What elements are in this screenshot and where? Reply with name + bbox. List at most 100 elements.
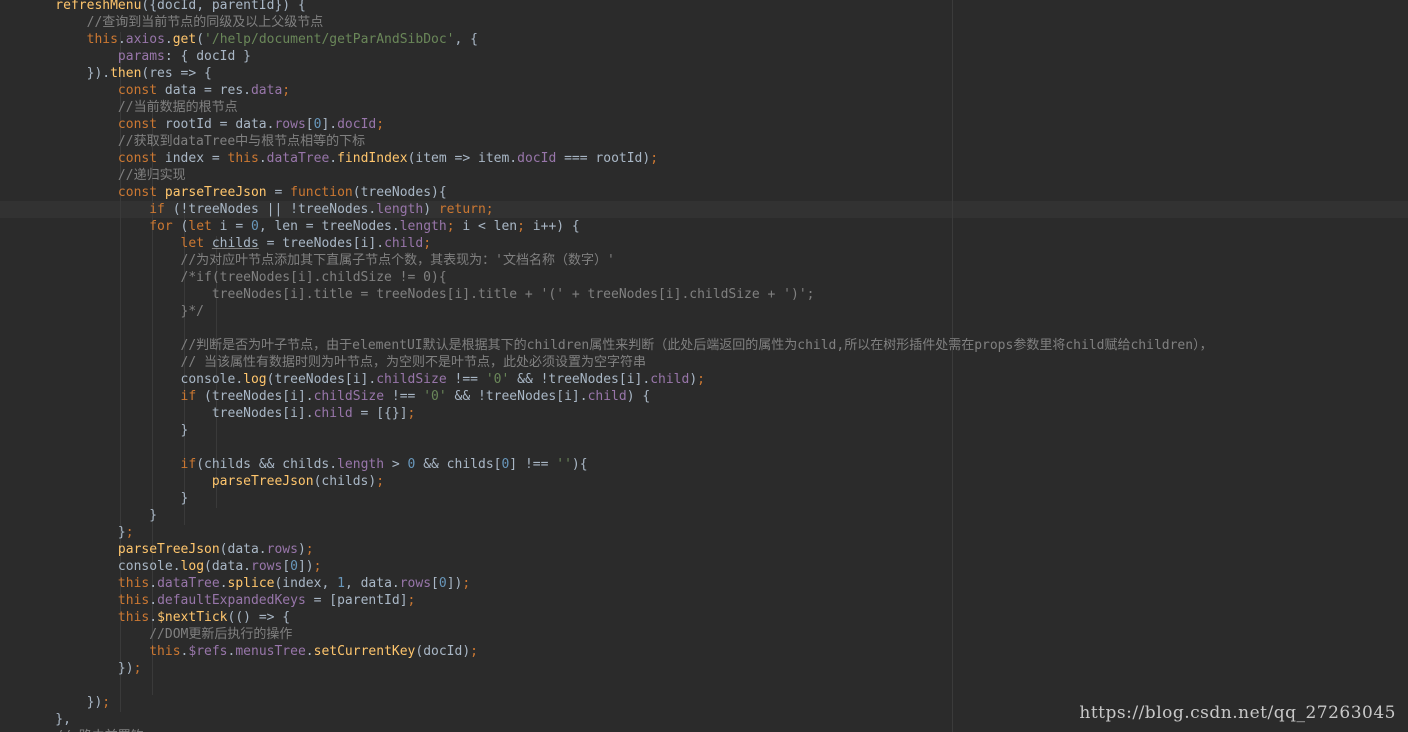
code-line[interactable]: this.axios.get('/help/document/getParAnd… bbox=[24, 31, 1213, 48]
code-token: child bbox=[650, 372, 690, 387]
code-token: (treeNodes[i]. bbox=[196, 389, 314, 404]
code-line[interactable]: parseTreeJson(childs); bbox=[24, 473, 1213, 490]
code-editor[interactable]: refreshMenu({docId, parentId}) { //查询到当前… bbox=[0, 0, 1408, 732]
code-line[interactable]: //递归实现 bbox=[24, 167, 1213, 184]
code-token: '0' bbox=[423, 389, 447, 404]
code-token: ; bbox=[376, 474, 385, 489]
code-token: const bbox=[117, 83, 158, 98]
code-line[interactable]: /*if(treeNodes[i].childSize != 0){ bbox=[24, 269, 1213, 286]
code-token: ; bbox=[462, 576, 471, 591]
code-line[interactable]: console.log(data.rows[0]); bbox=[24, 558, 1213, 575]
code-line[interactable]: const rootId = data.rows[0].docId; bbox=[24, 116, 1213, 133]
code-token: axios bbox=[125, 32, 165, 47]
code-line[interactable]: const index = this.dataTree.findIndex(it… bbox=[24, 150, 1213, 167]
code-line[interactable]: } bbox=[24, 422, 1213, 439]
code-line[interactable]: } bbox=[24, 490, 1213, 507]
code-token: i < len bbox=[462, 219, 518, 234]
code-line[interactable]: this.defaultExpandedKeys = [parentId]; bbox=[24, 592, 1213, 609]
code-line[interactable]: const parseTreeJson = function(treeNodes… bbox=[24, 184, 1213, 201]
code-line[interactable]: }).then(res => { bbox=[24, 65, 1213, 82]
code-token: const bbox=[117, 151, 158, 166]
code-line[interactable]: // 当该属性有数据时则为叶节点，为空则不是叶节点，此处必须设置为空字符串 bbox=[24, 354, 1213, 371]
code-token: 1 bbox=[337, 576, 345, 591]
code-line[interactable]: treeNodes[i].title = treeNodes[i].title … bbox=[24, 286, 1213, 303]
code-token: ; bbox=[407, 593, 416, 608]
code-token: === rootId) bbox=[556, 151, 651, 166]
code-token: log bbox=[243, 372, 267, 387]
code-token: data = res. bbox=[157, 83, 251, 98]
code-line[interactable]: //查询到当前节点的同级及以上父级节点 bbox=[24, 14, 1213, 31]
code-token: length bbox=[399, 219, 447, 234]
code-token: '/help/document/getParAndSibDoc' bbox=[204, 32, 455, 47]
code-line[interactable]: }*/ bbox=[24, 303, 1213, 320]
code-line[interactable] bbox=[24, 439, 1213, 456]
code-line[interactable]: const data = res.data; bbox=[24, 82, 1213, 99]
code-token: length bbox=[376, 202, 424, 217]
code-line[interactable]: this.$nextTick(() => { bbox=[24, 609, 1213, 626]
code-line[interactable]: if (!treeNodes || !treeNodes.length) ret… bbox=[24, 201, 1213, 218]
code-token: setCurrentKey bbox=[313, 644, 416, 659]
code-token: docId bbox=[517, 151, 557, 166]
code-token: (childs) bbox=[313, 474, 377, 489]
code-token: rows bbox=[266, 542, 298, 557]
code-line[interactable]: params: { docId } bbox=[24, 48, 1213, 65]
code-token: treeNodes[i]. bbox=[24, 406, 314, 421]
code-token: rows bbox=[399, 576, 432, 591]
code-line[interactable]: refreshMenu({docId, parentId}) { bbox=[24, 0, 1213, 14]
code-token: ; bbox=[305, 542, 314, 557]
code-token: menusTree bbox=[235, 644, 306, 659]
code-line[interactable]: for (let i = 0, len = treeNodes.length; … bbox=[24, 218, 1213, 235]
code-token: (!treeNodes || !treeNodes. bbox=[164, 202, 377, 217]
code-line[interactable]: parseTreeJson(data.rows); bbox=[24, 541, 1213, 558]
code-token: } bbox=[24, 491, 189, 506]
code-line[interactable]: console.log(treeNodes[i].childSize !== '… bbox=[24, 371, 1213, 388]
code-line[interactable]: //获取到dataTree中与根节点相等的下标 bbox=[24, 133, 1213, 150]
code-token: ; bbox=[102, 695, 111, 710]
code-token: , len = treeNodes. bbox=[258, 219, 400, 234]
code-token: splice bbox=[227, 576, 275, 591]
code-token: . bbox=[149, 593, 158, 608]
code-token: rootId = data. bbox=[157, 117, 275, 132]
code-token: . bbox=[164, 32, 173, 47]
code-token: = [parentId] bbox=[305, 593, 408, 608]
code-line[interactable]: //判断是否为叶子节点，由于elementUI默认是根据其下的children属… bbox=[24, 337, 1213, 354]
code-token: = bbox=[266, 185, 291, 200]
code-line[interactable]: this.dataTree.splice(index, 1, data.rows… bbox=[24, 575, 1213, 592]
code-token: . bbox=[329, 151, 338, 166]
code-line[interactable]: this.$refs.menusTree.setCurrentKey(docId… bbox=[24, 643, 1213, 660]
code-token: childSize bbox=[376, 372, 447, 387]
code-line[interactable]: }; bbox=[24, 524, 1213, 541]
code-line[interactable]: // 路由前置钩 bbox=[24, 728, 1213, 732]
code-token: (treeNodes[i]. bbox=[266, 372, 377, 387]
code-line[interactable] bbox=[24, 677, 1213, 694]
code-line[interactable] bbox=[24, 320, 1213, 337]
code-token: } bbox=[24, 508, 158, 523]
code-token: $refs bbox=[188, 644, 228, 659]
code-line[interactable]: }); bbox=[24, 694, 1213, 711]
code-token: /*if(treeNodes[i].childSize != 0){ bbox=[24, 270, 447, 285]
code-token: ) bbox=[297, 542, 306, 557]
code-area[interactable]: refreshMenu({docId, parentId}) { //查询到当前… bbox=[0, 0, 1213, 732]
code-token: params bbox=[117, 49, 165, 64]
code-token: , { bbox=[454, 32, 478, 47]
code-line[interactable]: treeNodes[i].child = [{}]; bbox=[24, 405, 1213, 422]
code-line[interactable]: let childs = treeNodes[i].child; bbox=[24, 235, 1213, 252]
code-line[interactable]: //当前数据的根节点 bbox=[24, 99, 1213, 116]
code-token: child bbox=[313, 406, 353, 421]
code-token: treeNodes[i].title = treeNodes[i].title … bbox=[24, 287, 815, 302]
code-token: ( bbox=[196, 32, 205, 47]
code-line[interactable]: if(childs && childs.length > 0 && childs… bbox=[24, 456, 1213, 473]
watermark: https://blog.csdn.net/qq_27263045 bbox=[1079, 703, 1396, 723]
code-line[interactable]: if (treeNodes[i].childSize !== '0' && !t… bbox=[24, 388, 1213, 405]
code-line[interactable]: } bbox=[24, 507, 1213, 524]
code-line[interactable]: }, bbox=[24, 711, 1213, 728]
code-token: const bbox=[117, 117, 158, 132]
code-token: log bbox=[180, 559, 205, 574]
code-line[interactable]: //为对应叶节点添加其下直属子节点个数，其表现为：'文档名称（数字）' bbox=[24, 252, 1213, 269]
code-line[interactable]: //DOM更新后执行的操作 bbox=[24, 626, 1213, 643]
code-line[interactable]: }); bbox=[24, 660, 1213, 677]
